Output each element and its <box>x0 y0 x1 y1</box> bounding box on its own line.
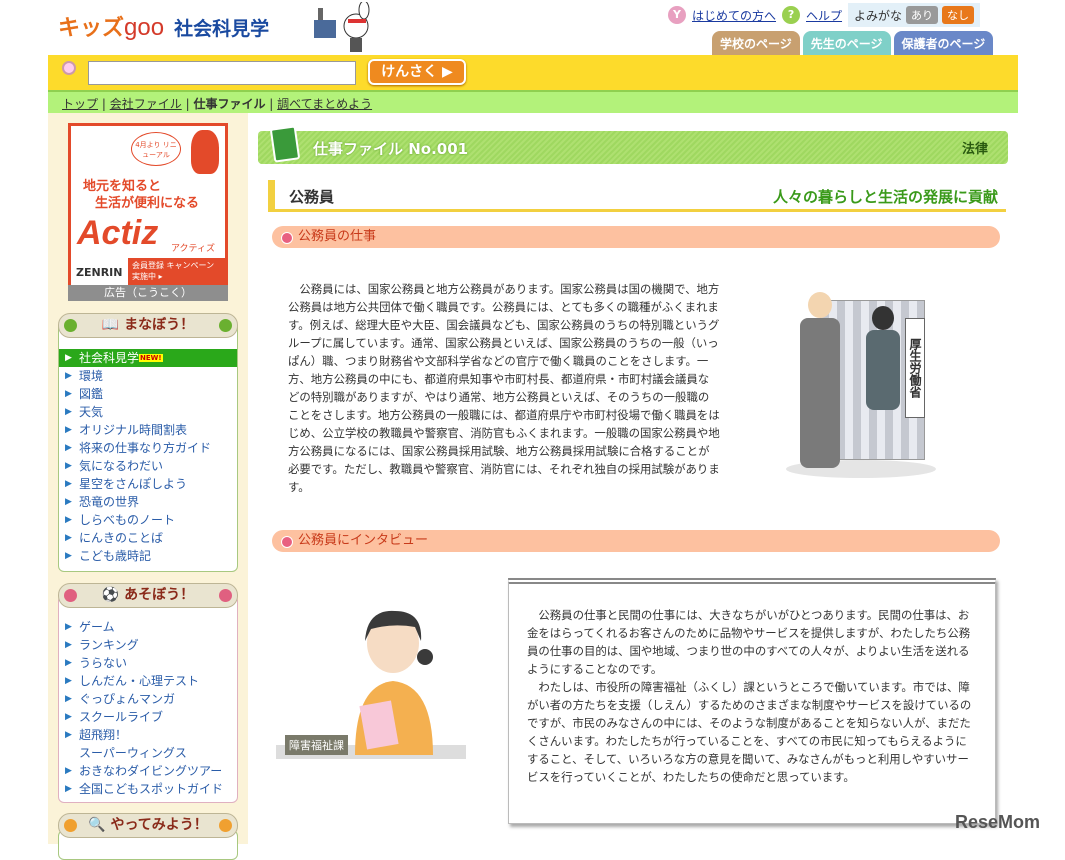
section-heading: 公務員の仕事 <box>272 226 1000 248</box>
dot-icon <box>219 589 232 602</box>
ad-brand-kana: アクティズ <box>171 244 216 254</box>
sidebar-item[interactable]: オリジナル時間割表 <box>59 421 237 439</box>
book-icon <box>269 125 301 163</box>
sidebar-item[interactable]: 超飛翔！ <box>59 726 237 744</box>
ad-maker: ZENRIN <box>76 266 123 279</box>
ad-banner[interactable]: 4月より リニューアル 地元を知ると生活が便利になる Actiz アクティズ Z… <box>68 123 228 288</box>
yomigana-off-button[interactable]: なし <box>942 6 975 24</box>
asobou-box: ゲーム ランキング うらない しんだん・心理テスト ぐっぴょんマンガ スクールラ… <box>58 595 238 803</box>
help-icon: ? <box>782 6 801 24</box>
search-button[interactable]: けんさく ▶ <box>368 59 466 85</box>
manabou-box: 社会科見学NEW! 環境 図鑑 天気 オリジナル時間割表 将来の仕事なり方ガイド… <box>58 322 238 572</box>
section-text: 公務員には、国家公務員と地方公務員があります。国家公務員は国の機関で、地方公務員… <box>288 282 720 494</box>
building-sign: 厚生労働省 <box>905 318 925 418</box>
new-badge: NEW! <box>139 354 163 362</box>
watermark-logo: ReseMom <box>955 812 1041 832</box>
sidebar-item[interactable]: 将来の仕事なり方ガイド <box>59 439 237 457</box>
audience-tabs: 学校のページ 先生のページ 保護者のページ <box>712 31 994 55</box>
section-heading: 公務員にインタビュー <box>272 530 1000 552</box>
dot-icon <box>219 319 232 332</box>
dot-icon <box>219 819 232 832</box>
job-file-header: 仕事ファイル No.001 法律 <box>258 125 1008 164</box>
job-name: 公務員 <box>289 188 335 206</box>
file-title: 仕事ファイル No.001 <box>313 140 469 158</box>
separator: | <box>101 97 106 111</box>
sidebar-item[interactable]: こども歳時記 <box>59 547 237 565</box>
category-label: 法律 <box>961 142 988 157</box>
job-tagline: 人々の暮らしと生活の発展に貢献 <box>772 188 998 206</box>
sidebar-item[interactable]: 星空をさんぽしよう <box>59 475 237 493</box>
sidebar-item[interactable]: ゲーム <box>59 618 237 636</box>
job-title-bar: 公務員 人々の暮らしと生活の発展に貢献 <box>268 180 1006 212</box>
breadcrumb-summary[interactable]: 調べてまとめよう <box>277 97 372 111</box>
separator: | <box>269 97 274 111</box>
sidebar-item-cont[interactable]: スーパーウィングス <box>59 744 237 762</box>
ad-headline: 生活が便利になる <box>95 196 200 211</box>
man-body <box>800 318 840 468</box>
dot-icon <box>64 319 77 332</box>
sidebar-item[interactable]: 恐竜の世界 <box>59 493 237 511</box>
ad-campaign: 会員登録 キャンペーン実施中 ▸ <box>128 258 225 285</box>
breadcrumb-company[interactable]: 会社ファイル <box>110 97 182 111</box>
ad-bubble: 4月より リニューアル <box>131 132 181 166</box>
sidebar-item[interactable]: 環境 <box>59 367 237 385</box>
breadcrumb-job-current: 仕事ファイル <box>193 97 266 111</box>
sidebar-item[interactable]: おきなわダイビングツアー <box>59 762 237 780</box>
interviewee-illustration <box>355 610 433 755</box>
logo-subtitle: 社会科見学 <box>174 18 270 40</box>
interview-paragraph: 公務員の仕事と民間の仕事には、大きなちがいがひとつあります。民間の仕事は、お金を… <box>527 608 971 676</box>
interview-paragraph: わたしは、市役所の障害福祉（ふくし）課というところで働いています。市では、障がい… <box>527 680 972 784</box>
sidebar-item[interactable]: 天気 <box>59 403 237 421</box>
sidebar-item[interactable]: スクールライブ <box>59 708 237 726</box>
ad-headline: 地元を知ると <box>83 179 162 194</box>
department-label: 障害福祉課 <box>285 735 348 755</box>
sidebar-item[interactable]: にんきのことば <box>59 529 237 547</box>
search-icon <box>62 61 76 75</box>
rabbit-mascot-icon <box>314 2 370 52</box>
manabou-header: 📖 まなぼう！ <box>58 313 238 338</box>
interview-note: 公務員の仕事と民間の仕事には、大きなちがいがひとつあります。民間の仕事は、お金を… <box>508 578 996 824</box>
sidebar-item[interactable]: 気になるわだい <box>59 457 237 475</box>
woman-illustration <box>872 306 894 330</box>
logo-goo: goo <box>124 14 165 41</box>
help-link[interactable]: ヘルプ <box>806 7 842 24</box>
sidebar-item[interactable]: うらない <box>59 654 237 672</box>
dot-icon <box>64 589 77 602</box>
sidebar-item[interactable]: ランキング <box>59 636 237 654</box>
yomigana-label: よみがな <box>854 8 903 23</box>
yomigana-on-button[interactable]: あり <box>906 6 939 24</box>
yattemiyou-header: 🔍 やってみよう！ <box>58 813 238 838</box>
search-input[interactable] <box>88 61 356 85</box>
dot-icon <box>64 819 77 832</box>
logo-text: キッズ <box>58 16 125 41</box>
beginner-icon: Y <box>668 6 686 24</box>
tab-parent[interactable]: 保護者のページ <box>893 31 994 55</box>
ad-label: 広告（こうこく） <box>68 285 228 301</box>
sidebar-item[interactable]: 全国こどもスポットガイド <box>59 780 237 798</box>
search-bar: けんさく ▶ <box>48 55 1018 90</box>
top-links: Y はじめての方へ ? ヘルプ よみがな あり なし <box>668 3 981 27</box>
yomigana-toggle: よみがな あり なし <box>848 3 981 27</box>
asobou-header: ⚽ あそぼう！ <box>58 583 238 608</box>
sidebar-item[interactable]: 社会科見学NEW! <box>59 349 237 367</box>
woman-body <box>866 330 900 410</box>
breadcrumb: トップ | 会社ファイル | 仕事ファイル | 調べてまとめよう <box>48 90 1018 113</box>
separator: | <box>185 97 190 111</box>
cat-icon <box>191 130 219 174</box>
man-illustration <box>808 292 832 318</box>
tab-teacher[interactable]: 先生のページ <box>802 31 891 55</box>
ad-brand: Actiz <box>77 214 159 252</box>
sidebar-item[interactable]: ぐっぴょんマンガ <box>59 690 237 708</box>
first-time-link[interactable]: はじめての方へ <box>692 7 776 24</box>
breadcrumb-top[interactable]: トップ <box>62 97 98 111</box>
site-logo[interactable]: キッズgoo 社会科見学 <box>58 10 269 42</box>
sidebar-item[interactable]: 図鑑 <box>59 385 237 403</box>
sidebar-item[interactable]: しらべものノート <box>59 511 237 529</box>
sidebar-item[interactable]: しんだん・心理テスト <box>59 672 237 690</box>
tab-school[interactable]: 学校のページ <box>712 31 800 55</box>
